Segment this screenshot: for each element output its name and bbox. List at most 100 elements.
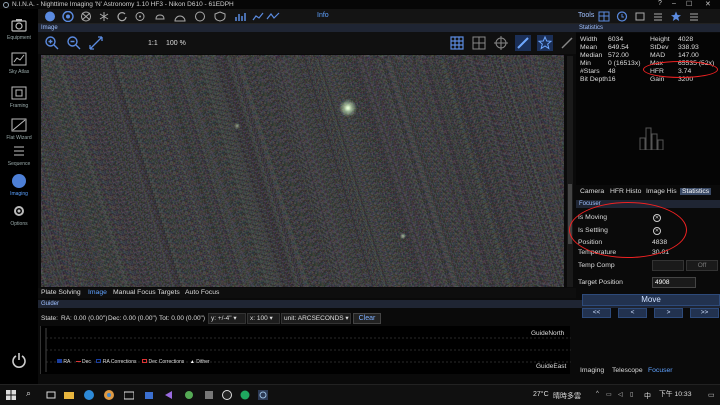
notification-icon[interactable]: ▭: [708, 391, 715, 399]
tray-up-arrow-icon[interactable]: ^: [596, 391, 599, 397]
guide-east-label: GuideEast: [536, 363, 567, 370]
zoom-in-icon[interactable]: [44, 35, 60, 51]
tab-image-histogram[interactable]: Image His: [646, 188, 677, 195]
dome-icon[interactable]: [174, 11, 186, 22]
edge-icon[interactable]: [84, 390, 94, 400]
temp-comp-input[interactable]: [652, 260, 684, 271]
windows-start-icon[interactable]: [6, 390, 16, 400]
zoom-level: 100 %: [166, 40, 186, 47]
step-back-button[interactable]: <: [618, 308, 647, 318]
x-range-value: x: 100: [250, 315, 268, 322]
tab-manual-focus-targets[interactable]: Manual Focus Targets: [113, 289, 180, 296]
vs-code-icon[interactable]: [164, 390, 174, 400]
file-explorer-icon[interactable]: [64, 390, 74, 400]
battery-icon[interactable]: ▯: [630, 391, 633, 398]
histogram-icon: [639, 127, 664, 150]
target-overlay-icon[interactable]: [493, 35, 509, 51]
tab-hfr-histo[interactable]: HFR Histo: [610, 188, 641, 195]
network-icon[interactable]: ▭: [606, 391, 612, 398]
rotate-icon[interactable]: [116, 11, 128, 22]
maximize-button[interactable]: ☐: [686, 0, 692, 8]
close-button[interactable]: ✕: [705, 0, 711, 8]
target-icon[interactable]: [134, 11, 146, 22]
tab-statistics[interactable]: Statistics: [680, 188, 712, 195]
chrome-icon[interactable]: [104, 390, 114, 400]
sidebar-item-label: Imaging: [10, 191, 28, 197]
image-viewer[interactable]: [41, 55, 564, 287]
star-icon[interactable]: [670, 11, 682, 22]
info-label[interactable]: Info: [317, 12, 329, 19]
annotate-icon[interactable]: [559, 35, 575, 51]
temp-comp-toggle[interactable]: Off: [686, 260, 718, 271]
step-fast-forward-button[interactable]: >>: [690, 308, 719, 318]
layers-icon[interactable]: [634, 11, 646, 22]
sidebar-item-framing[interactable]: Framing: [0, 81, 38, 115]
one-to-one-button[interactable]: 1:1: [148, 40, 158, 47]
sidebar-item-sequence[interactable]: Sequence: [0, 139, 38, 173]
move-button[interactable]: Move: [582, 294, 720, 306]
zoom-out-icon[interactable]: [66, 35, 82, 51]
power-icon[interactable]: [11, 352, 27, 368]
flat-device-icon[interactable]: [194, 11, 206, 22]
crosshair-icon[interactable]: [471, 35, 487, 51]
tab-image[interactable]: Image: [88, 289, 107, 296]
list-tool-icon[interactable]: [688, 11, 700, 22]
chart-icon[interactable]: [252, 11, 264, 22]
tab-telescope[interactable]: Telescope: [612, 367, 643, 374]
sequence-tool-icon[interactable]: [652, 11, 664, 22]
tab-imaging[interactable]: Imaging: [580, 367, 604, 374]
mail-icon[interactable]: [124, 390, 134, 400]
safety-monitor-icon[interactable]: [214, 11, 226, 22]
app-icon[interactable]: [204, 390, 214, 400]
ra-swatch: [57, 359, 62, 363]
clear-button[interactable]: Clear: [353, 313, 381, 324]
volume-icon[interactable]: ◁: [618, 391, 623, 398]
app-icon[interactable]: [222, 390, 232, 400]
telescope-status-icon[interactable]: [80, 11, 92, 22]
weather-icon[interactable]: [154, 11, 166, 22]
sidebar-item-equipment[interactable]: Equipment: [0, 13, 38, 47]
help-icon[interactable]: ?: [658, 0, 662, 7]
stats-icon[interactable]: [234, 11, 246, 22]
filter-wheel-icon[interactable]: [62, 11, 74, 22]
detect-stars-icon[interactable]: [537, 35, 553, 51]
weather-temp[interactable]: 27°C: [533, 391, 549, 398]
tab-plate-solving[interactable]: Plate Solving: [41, 289, 81, 296]
minimize-button[interactable]: –: [672, 0, 676, 7]
tools-label[interactable]: Tools: [578, 12, 594, 19]
camera-status-icon[interactable]: [44, 11, 56, 22]
sidebar-item-sky-atlas[interactable]: Sky Atlas: [0, 47, 38, 81]
nina-taskbar-icon[interactable]: [258, 390, 268, 400]
target-position-input[interactable]: 4908: [652, 277, 696, 288]
tab-focuser[interactable]: Focuser: [648, 367, 673, 374]
grid-overlay-icon[interactable]: [449, 35, 465, 51]
step-forward-button[interactable]: >: [654, 308, 683, 318]
clock-time[interactable]: 下午 10:33: [659, 388, 692, 398]
x-range-dropdown[interactable]: x: 100 ▾: [247, 313, 280, 324]
ra-corrections-swatch: [96, 359, 102, 363]
snowflake-icon[interactable]: [98, 11, 110, 22]
ime-indicator[interactable]: 中: [644, 391, 651, 401]
sidebar-item-label: Sequence: [7, 161, 31, 167]
y-range-dropdown[interactable]: y: +/-4" ▾: [208, 313, 246, 324]
store-icon[interactable]: [144, 390, 154, 400]
unit-dropdown[interactable]: unit: ARCSECONDS ▾: [281, 313, 351, 324]
search-icon[interactable]: ⌕: [26, 388, 36, 398]
step-fast-back-button[interactable]: <<: [582, 308, 611, 318]
tab-camera[interactable]: Camera: [580, 188, 604, 195]
stat-label: Median: [580, 52, 603, 59]
sidebar-item-options[interactable]: Options: [0, 199, 38, 233]
tab-auto-focus[interactable]: Auto Focus: [185, 289, 219, 296]
fit-to-screen-icon[interactable]: [88, 35, 104, 51]
sidebar-item-imaging[interactable]: Imaging: [0, 169, 38, 203]
vertical-scrollbar[interactable]: [567, 56, 573, 287]
app-icon[interactable]: [184, 390, 194, 400]
history-icon[interactable]: [616, 11, 628, 22]
info-icon[interactable]: [266, 11, 280, 22]
app-icon[interactable]: [240, 390, 250, 400]
weather-condition[interactable]: 晴時多雲: [553, 391, 581, 401]
stat-label: Mean: [580, 44, 598, 51]
guider-state-label: State:: [41, 315, 58, 322]
grid-tool-icon[interactable]: [598, 11, 610, 22]
task-view-icon[interactable]: [46, 390, 56, 400]
